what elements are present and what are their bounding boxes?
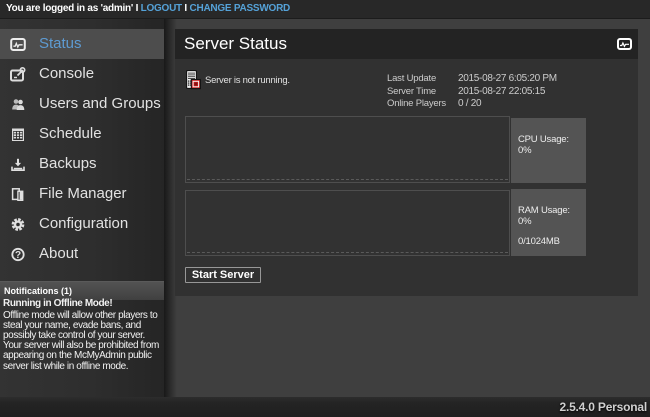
svg-text:?: ?: [15, 250, 21, 261]
